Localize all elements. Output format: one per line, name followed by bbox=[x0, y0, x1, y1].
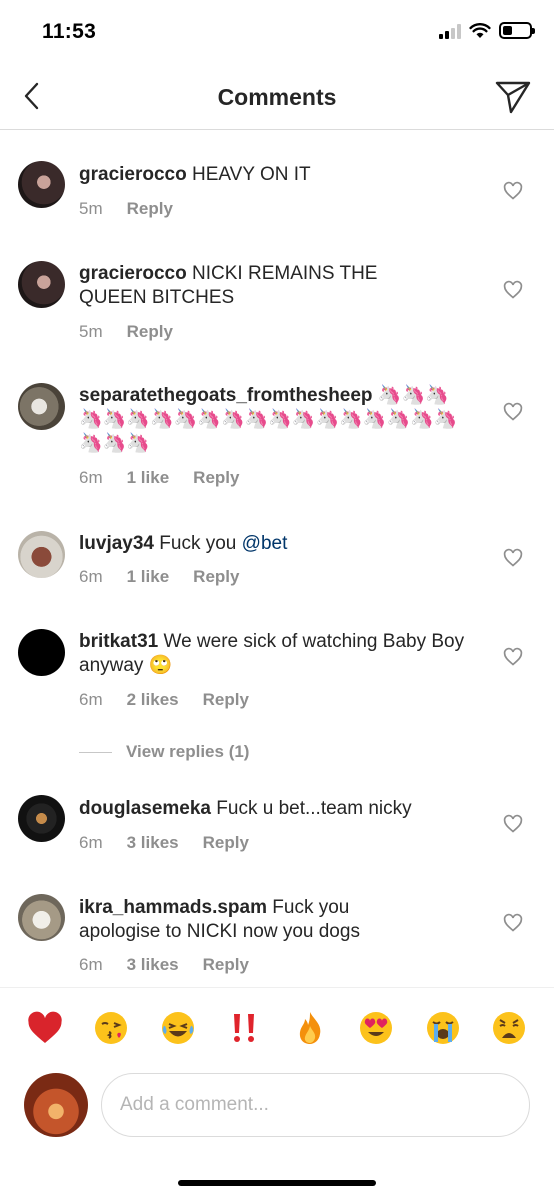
double-exclamation-icon bbox=[233, 1013, 254, 1042]
crying-emoji-button[interactable] bbox=[421, 1006, 465, 1050]
view-replies-label: View replies (1) bbox=[126, 742, 250, 761]
red-heart-icon bbox=[28, 1011, 62, 1043]
heart-eyes-emoji-button[interactable] bbox=[354, 1006, 398, 1050]
avatar[interactable] bbox=[18, 894, 65, 941]
heart-icon[interactable] bbox=[503, 647, 523, 667]
my-avatar bbox=[24, 1073, 88, 1137]
comment-username[interactable]: separatethegoats_fromthesheep bbox=[79, 385, 373, 406]
comment-time: 6m bbox=[79, 690, 103, 709]
page-title: Comments bbox=[217, 84, 337, 110]
heart-icon[interactable] bbox=[503, 402, 523, 422]
comment-text: douglasemeka Fuck u bet...team nicky bbox=[79, 797, 479, 821]
quick-emoji-bar bbox=[0, 987, 554, 1067]
like-count[interactable]: 1 like bbox=[127, 567, 170, 587]
fire-icon bbox=[299, 1011, 321, 1044]
comment-text: gracierocco HEAVY ON IT bbox=[79, 163, 479, 187]
like-count[interactable]: 2 likes bbox=[127, 690, 179, 710]
home-indicator[interactable] bbox=[178, 1180, 376, 1186]
comment-content: Fuck u bet...team nicky bbox=[216, 798, 412, 819]
share-button[interactable] bbox=[494, 78, 532, 116]
avatar[interactable] bbox=[18, 531, 65, 578]
comment-time: 6m bbox=[79, 833, 103, 852]
comment-meta: 6m 3 likes Reply bbox=[79, 955, 273, 975]
comment-content: HEAVY ON IT bbox=[192, 164, 311, 185]
comment-meta: 5m Reply bbox=[79, 199, 197, 219]
fire-emoji-button[interactable] bbox=[288, 1006, 332, 1050]
comment-text: separatethegoats_fromthesheep 🦄🦄🦄🦄🦄🦄🦄🦄🦄🦄… bbox=[79, 384, 471, 456]
laughing-emoji-button[interactable] bbox=[156, 1006, 200, 1050]
comment-compose-bar bbox=[0, 1070, 554, 1144]
comment-meta: 6m 1 like Reply bbox=[79, 468, 263, 488]
heart-emoji-button[interactable] bbox=[23, 1006, 67, 1050]
comment-username[interactable]: gracierocco bbox=[79, 263, 187, 284]
reply-button[interactable]: Reply bbox=[127, 322, 173, 342]
comment-list[interactable]: gracierocco HEAVY ON IT 5m Reply gracier… bbox=[0, 131, 554, 987]
divider bbox=[79, 751, 112, 753]
status-time: 11:53 bbox=[42, 20, 97, 43]
reply-button[interactable]: Reply bbox=[203, 955, 249, 975]
comment-meta: 6m 2 likes Reply bbox=[79, 690, 273, 710]
comment-meta: 5m Reply bbox=[79, 322, 197, 342]
comment-meta: 6m 3 likes Reply bbox=[79, 833, 273, 853]
comment-time: 6m bbox=[79, 567, 103, 586]
comment-time: 5m bbox=[79, 199, 103, 218]
wifi-icon bbox=[469, 22, 491, 38]
reply-button[interactable]: Reply bbox=[193, 567, 239, 587]
heart-eyes-icon bbox=[360, 1011, 393, 1044]
comment-time: 6m bbox=[79, 955, 103, 974]
like-count[interactable]: 3 likes bbox=[127, 955, 179, 975]
face-tears-of-joy-icon bbox=[161, 1011, 194, 1044]
reply-button[interactable]: Reply bbox=[127, 199, 173, 219]
avatar[interactable] bbox=[18, 629, 65, 676]
comment-text: gracierocco NICKI REMAINS THE QUEEN BITC… bbox=[79, 262, 424, 310]
kiss-emoji-button[interactable] bbox=[89, 1006, 133, 1050]
comment-time: 6m bbox=[79, 468, 103, 487]
reply-button[interactable]: Reply bbox=[203, 833, 249, 853]
comment-username[interactable]: douglasemeka bbox=[79, 798, 211, 819]
avatar[interactable] bbox=[18, 795, 65, 842]
battery-icon bbox=[499, 22, 535, 39]
heart-icon[interactable] bbox=[503, 181, 523, 201]
status-bar: 11:53 bbox=[0, 0, 554, 62]
comment-text: luvjay34 Fuck you @bet bbox=[79, 532, 479, 556]
reply-button[interactable]: Reply bbox=[203, 690, 249, 710]
like-count[interactable]: 1 like bbox=[127, 468, 170, 488]
comment-time: 5m bbox=[79, 322, 103, 341]
face-blowing-kiss-icon bbox=[95, 1011, 128, 1044]
comment-text: ikra_hammads.spam Fuck you apologise to … bbox=[79, 896, 409, 944]
avatar[interactable] bbox=[18, 383, 65, 430]
weary-face-icon bbox=[492, 1011, 525, 1044]
send-icon bbox=[495, 81, 531, 114]
comment-username[interactable]: ikra_hammads.spam bbox=[79, 897, 267, 918]
heart-icon[interactable] bbox=[503, 548, 523, 568]
status-icons bbox=[439, 22, 535, 39]
nav-bar: Comments bbox=[0, 62, 554, 130]
comment-text: britkat31 We were sick of watching Baby … bbox=[79, 630, 479, 678]
avatar[interactable] bbox=[18, 161, 65, 208]
view-replies-button[interactable]: View replies (1) bbox=[79, 742, 249, 762]
comment-username[interactable]: luvjay34 bbox=[79, 533, 154, 554]
avatar[interactable] bbox=[18, 261, 65, 308]
comment-username[interactable]: britkat31 bbox=[79, 631, 158, 652]
mention-link[interactable]: @bet bbox=[242, 533, 288, 554]
heart-icon[interactable] bbox=[503, 814, 523, 834]
weary-emoji-button[interactable] bbox=[487, 1006, 531, 1050]
exclamation-emoji-button[interactable] bbox=[222, 1006, 266, 1050]
comment-username[interactable]: gracierocco bbox=[79, 164, 187, 185]
like-count[interactable]: 3 likes bbox=[127, 833, 179, 853]
heart-icon[interactable] bbox=[503, 280, 523, 300]
cellular-signal-icon bbox=[439, 23, 461, 39]
heart-icon[interactable] bbox=[503, 913, 523, 933]
loudly-crying-icon bbox=[426, 1011, 459, 1044]
comment-meta: 6m 1 like Reply bbox=[79, 567, 263, 587]
comment-input[interactable] bbox=[101, 1073, 530, 1137]
comment-content: Fuck you bbox=[159, 533, 242, 554]
reply-button[interactable]: Reply bbox=[193, 468, 239, 488]
